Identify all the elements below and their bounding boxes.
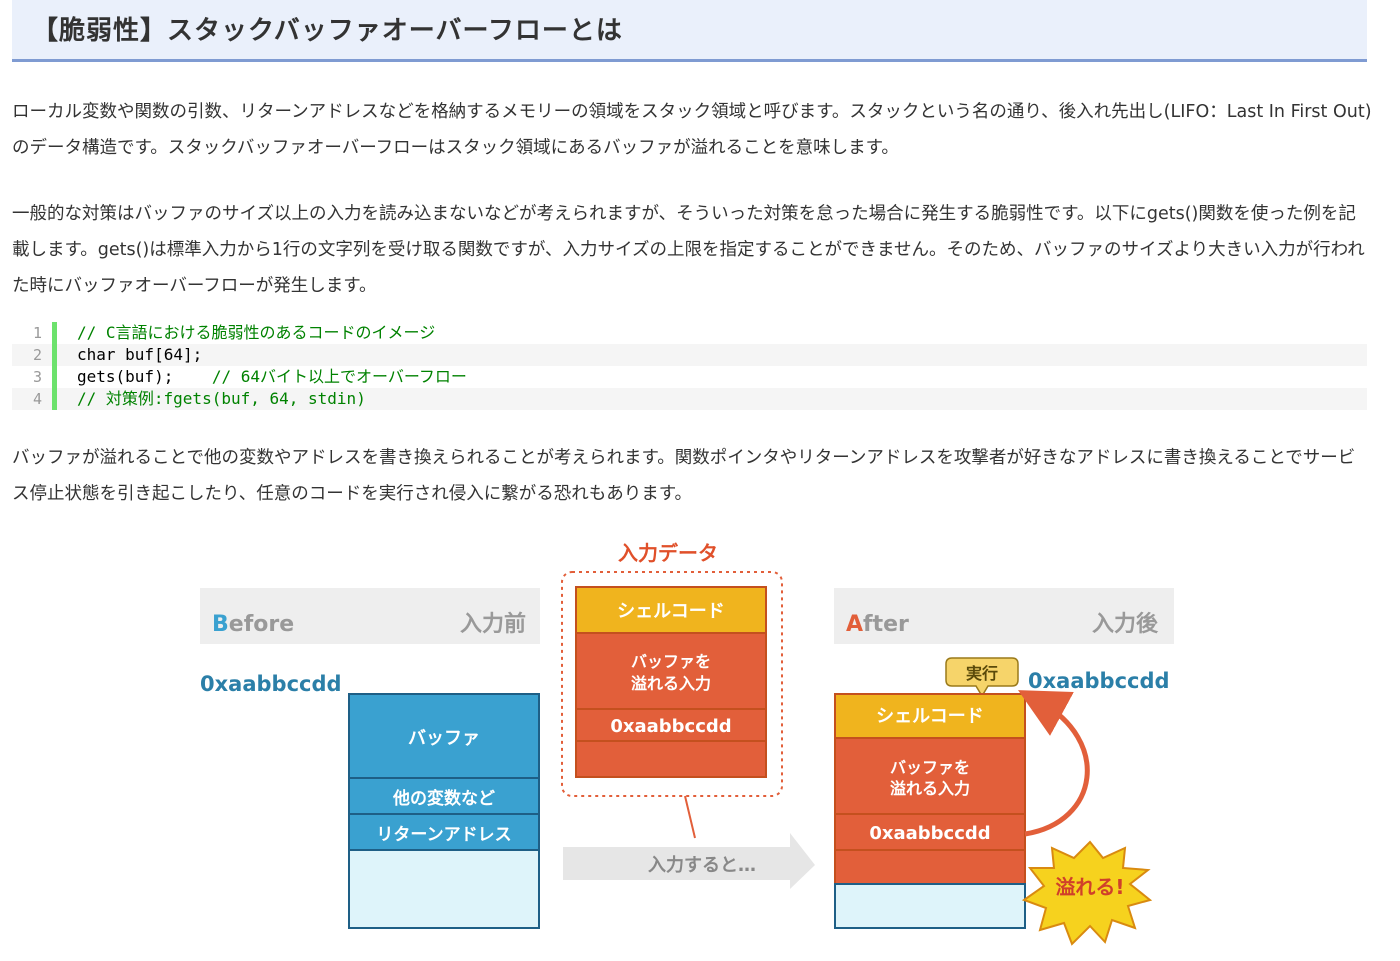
overflow-diagram: Before 入力前 0xaabbccdd バッファ 他の変数など リターンアド… — [0, 530, 1400, 961]
code-line: 4 // 対策例:fgets(buf, 64, stdin) — [12, 388, 1367, 410]
input-shellcode-label: シェルコード — [617, 601, 725, 622]
gutter-bar — [52, 366, 57, 388]
before-return-address-label: リターンアドレス — [376, 825, 511, 845]
code-text: char buf[64]; — [77, 345, 203, 364]
code-comment: // C言語における脆弱性のあるコードのイメージ — [77, 323, 436, 342]
before-other-vars-label: 他の変数など — [392, 788, 495, 809]
input-overflow-cell — [575, 632, 767, 710]
input-data-title: 入力データ — [618, 541, 718, 565]
intro-paragraph: ローカル変数や関数の引数、リターンアドレスなどを格納するメモリーの領域をスタック… — [12, 102, 1372, 158]
after-overflow-label-1: バッファを — [890, 758, 970, 777]
input-extra-cell — [575, 740, 767, 778]
code-line-3: gets(buf); // 64バイト以上でオーバーフロー — [77, 366, 467, 388]
line-number: 3 — [32, 368, 42, 386]
execute-badge-label: 実行 — [966, 664, 998, 683]
after-overflow-label-2: 溢れる入力 — [890, 779, 970, 798]
heading-title: 【脆弱性】スタックバッファオーバーフローとは — [32, 16, 623, 46]
line-number: 1 — [32, 324, 42, 342]
code-line: 3 gets(buf); // 64バイト以上でオーバーフロー — [12, 366, 1367, 388]
code-comment: // 64バイト以上でオーバーフロー — [211, 367, 467, 386]
line-number: 2 — [32, 346, 42, 364]
input-arrow-label: 入力すると… — [648, 855, 756, 876]
before-subtitle: 入力前 — [460, 611, 526, 637]
after-shellcode-label: シェルコード — [876, 706, 984, 727]
code-comment: // 対策例:fgets(buf, 64, stdin) — [77, 389, 366, 408]
diagram-svg: Before 入力前 0xaabbccdd バッファ 他の変数など リターンアド… — [200, 541, 1174, 946]
line-number: 4 — [32, 390, 42, 408]
after-overflow-extra-cell — [834, 849, 1026, 885]
after-subtitle: 入力後 — [1092, 611, 1159, 637]
code-text: gets(buf); — [77, 367, 212, 386]
section-heading: 【脆弱性】スタックバッファオーバーフローとは — [12, 0, 1367, 62]
code-line: 2 char buf[64]; — [12, 344, 1367, 366]
code-line: 1 // C言語における脆弱性のあるコードのイメージ — [12, 322, 1367, 344]
before-buffer-label: バッファ — [408, 728, 480, 749]
after-address-cell-label: 0xaabbccdd — [869, 823, 990, 844]
countermeasure-paragraph: 一般的な対策はバッファのサイズ以上の入力を読み込まないなどが考えられますが、そう… — [12, 204, 1365, 296]
overflow-burst-label: 溢れる! — [1055, 875, 1124, 899]
after-title: After — [846, 612, 909, 637]
gutter-bar — [52, 344, 57, 366]
return-jump-arrow — [1018, 690, 1090, 837]
before-address-label: 0xaabbccdd — [200, 672, 342, 696]
input-address-label: 0xaabbccdd — [610, 716, 731, 737]
after-empty-cell — [834, 883, 1026, 929]
input-overflow-label-1: バッファを — [631, 652, 711, 671]
gutter-bar — [52, 322, 57, 344]
gutter-bar — [52, 388, 57, 410]
input-overflow-label-2: 溢れる入力 — [631, 674, 711, 693]
before-title: Before — [212, 612, 294, 637]
impact-paragraph: バッファが溢れることで他の変数やアドレスを書き換えられることが考えられます。関数… — [12, 448, 1356, 504]
before-empty-cell — [348, 849, 540, 929]
input-pointer-line — [684, 795, 696, 839]
after-address-label: 0xaabbccdd — [1028, 669, 1170, 693]
code-block: 1 // C言語における脆弱性のあるコードのイメージ 2 char buf[64… — [12, 322, 1367, 410]
